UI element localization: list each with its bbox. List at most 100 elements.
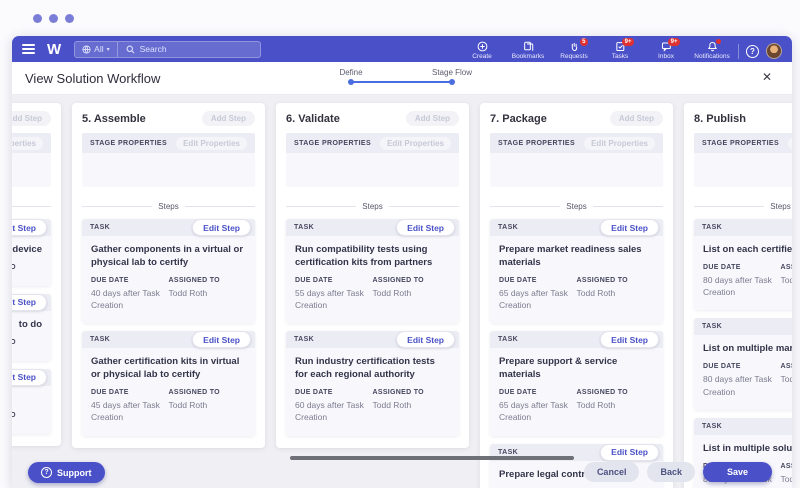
assigned-to-value: Todd Roth xyxy=(780,374,793,385)
task-type-label: TASK xyxy=(702,224,723,231)
stepper-step-stage-flow[interactable]: Stage Flow xyxy=(422,68,482,77)
search-input[interactable]: Search xyxy=(118,44,261,54)
due-date-value: 80 days after Task Creation xyxy=(703,374,772,397)
task-card: TASK Edit Step Prepare support & service m… xyxy=(490,331,663,436)
hamburger-menu-icon[interactable] xyxy=(22,44,35,54)
add-step-button[interactable]: Add Step xyxy=(609,111,663,126)
stage-flow-board: Add Step STAGE PROPERTIES Edit Properties S… xyxy=(12,95,792,488)
search-placeholder: Search xyxy=(139,44,167,54)
task-card: TASK Edit Step Gather components in a virt… xyxy=(82,219,255,324)
edit-step-button[interactable]: Edit Step xyxy=(600,331,659,349)
user-avatar[interactable] xyxy=(766,43,782,59)
stage-properties-panel: STAGE PROPERTIES Edit Properties xyxy=(490,133,663,187)
stage-column-title: 5. Assemble xyxy=(82,112,146,125)
due-date-value: 55 days after Task Creation xyxy=(295,287,364,310)
support-button[interactable]: ? Support xyxy=(28,462,105,483)
due-date-label: DUE DATE xyxy=(91,388,129,396)
assigned-to-label: ASSIGNED TO xyxy=(12,411,16,419)
steps-divider: Steps xyxy=(490,202,663,211)
window-controls xyxy=(33,14,74,23)
assigned-to-value: Todd Roth xyxy=(780,473,793,484)
task-type-label: TASK xyxy=(90,336,111,344)
navbar-action-tasks[interactable]: Tasks 9+ xyxy=(597,38,643,60)
assigned-to-value: Todd Roth xyxy=(780,274,793,285)
stage-column-title: 7. Package xyxy=(490,112,547,125)
edit-step-button[interactable]: Edit Step xyxy=(600,443,659,461)
edit-properties-button[interactable]: Edit Properties xyxy=(584,136,655,150)
task-title: Gather components in a virtual or physic… xyxy=(91,244,244,268)
stage-properties-body xyxy=(694,153,792,187)
edit-step-button[interactable]: Edit Step xyxy=(396,331,455,349)
stepper-dot-define[interactable] xyxy=(348,79,354,85)
close-icon[interactable]: ✕ xyxy=(760,70,774,84)
stage-column-title: 6. Validate xyxy=(286,112,340,125)
search-scope-dropdown[interactable]: All ▾ xyxy=(75,41,118,57)
add-step-button[interactable]: Add Step xyxy=(405,111,459,126)
cancel-button[interactable]: Cancel xyxy=(583,462,640,482)
edit-step-button[interactable]: Edit Step xyxy=(12,219,47,236)
navbar-action-label: Create xyxy=(472,53,492,60)
assigned-to-label: ASSIGNED TO xyxy=(12,338,16,346)
task-type-label: TASK xyxy=(702,323,723,331)
edit-properties-button[interactable]: Edit Properties xyxy=(176,136,247,150)
due-date-value: 80 days after Task Creation xyxy=(703,274,772,298)
navbar-action-create[interactable]: Create xyxy=(459,38,505,60)
assigned-to-label: ASSIGNED TO xyxy=(576,276,628,284)
window-dot xyxy=(33,14,42,23)
add-step-button[interactable]: Add Step xyxy=(12,111,51,126)
page-title: View Solution Workflow xyxy=(25,71,161,86)
edit-step-button[interactable]: Edit Step xyxy=(396,219,455,236)
steps-divider-label: Steps xyxy=(566,202,587,211)
steps-divider: Steps xyxy=(286,202,459,211)
due-date-label: DUE DATE xyxy=(295,276,333,284)
add-step-button[interactable]: Add Step xyxy=(201,111,255,126)
navbar-action-label: Inbox xyxy=(658,53,674,60)
task-type-label: TASK xyxy=(294,336,315,344)
navbar-action-inbox[interactable]: Inbox 9+ xyxy=(643,38,689,60)
edit-step-button[interactable]: Edit Step xyxy=(12,293,47,311)
task-title: Prepare support & service materials xyxy=(499,356,618,381)
task-card: TASKEdit Stepin deviceDUE DATEASSIGNED T… xyxy=(12,219,51,286)
task-title: List on multiple marketpla xyxy=(703,343,792,355)
horizontal-scrollbar[interactable] xyxy=(290,456,574,460)
stage-column: 8. PublishAdd StepSTAGE PROPERTIESEdit P… xyxy=(684,103,792,488)
edit-step-button[interactable]: Edit Step xyxy=(192,331,251,349)
due-date-value: 65 days after Task Creation xyxy=(499,287,568,310)
globe-icon xyxy=(82,44,91,54)
stepper-dot-stage-flow[interactable] xyxy=(449,79,455,85)
edit-step-button[interactable]: Edit Step xyxy=(192,219,251,236)
task-type-label: TASK xyxy=(294,224,315,231)
back-button[interactable]: Back xyxy=(647,462,695,482)
count-badge: 9+ xyxy=(668,38,680,46)
edit-properties-button[interactable]: Edit Properties xyxy=(12,136,43,150)
save-button[interactable]: Save xyxy=(702,462,772,482)
navbar-action-label: Bookmarks xyxy=(511,53,545,60)
task-title xyxy=(12,394,42,405)
stage-column: 5. Assemble Add Step STAGE PROPERTIES Edit … xyxy=(72,103,265,448)
help-icon[interactable]: ? xyxy=(746,45,759,58)
navbar-action-notifications[interactable]: Notifications xyxy=(689,38,735,60)
stage-properties-label: STAGE PROPERTIES xyxy=(702,139,780,147)
navbar-action-requests[interactable]: Requests 5 xyxy=(551,38,597,60)
stage-properties-panel: STAGE PROPERTIES Edit Properties xyxy=(286,133,459,187)
edit-step-button[interactable]: Edit Step xyxy=(12,368,47,386)
edit-properties-button[interactable]: Edit Properties xyxy=(380,136,451,150)
task-card: TASK Edit Step Run compatibility tests usi… xyxy=(286,219,459,324)
stage-properties-label: STAGE PROPERTIES xyxy=(294,139,372,147)
global-search: All ▾ Search xyxy=(74,40,262,58)
navbar-action-bookmarks[interactable]: Bookmarks xyxy=(505,38,551,60)
edit-properties-button[interactable]: Edit Properties xyxy=(788,136,792,150)
notification-dot-badge xyxy=(716,39,721,44)
app-logo[interactable]: W xyxy=(47,41,61,58)
due-date-label: DUE DATE xyxy=(295,388,333,396)
stage-properties-body xyxy=(12,153,51,187)
footer-actions: Cancel Back Save xyxy=(583,462,772,482)
steps-divider-label: Steps xyxy=(770,202,791,211)
stepper-step-define[interactable]: Define xyxy=(321,68,381,77)
steps-divider: Steps xyxy=(12,202,51,211)
stage-properties-panel: STAGE PROPERTIES Edit Properties xyxy=(82,133,255,187)
edit-step-button[interactable]: Edit Step xyxy=(600,219,659,236)
navbar-divider xyxy=(738,44,739,59)
bookmarks-icon xyxy=(523,41,534,52)
assigned-to-value: Todd Roth xyxy=(576,287,616,298)
